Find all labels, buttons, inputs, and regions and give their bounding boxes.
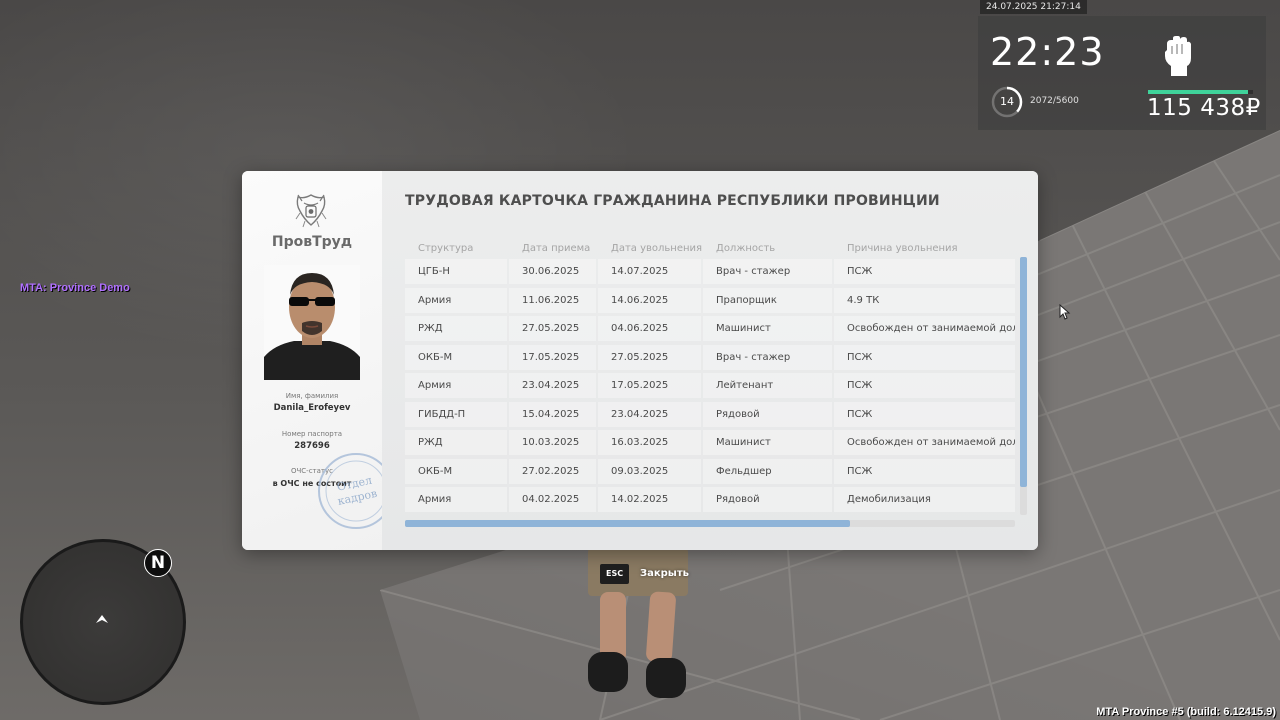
passport-label: Номер паспорта [281,430,343,438]
server-label: MTA: Province Demo [20,282,130,294]
cell-structure: Армия [405,287,507,313]
cell-dismissal-date: 04.06.2025 [598,316,701,341]
close-button[interactable]: Закрыть [640,564,689,584]
table-row[interactable]: Армия 04.02.2025 14.02.2025 Рядовой Демобили… [405,487,1015,512]
esc-key-badge[interactable]: ESC [600,564,630,584]
work-card-records-panel: ТРУДОВАЯ КАРТОЧКА ГРАЖДАНИНА РЕСПУБЛИКИ … [382,171,1038,550]
column-header-dismissal-date: Дата увольнения [611,243,703,254]
table-row[interactable]: ЦГБ-Н 30.06.2025 14.07.2025 Врач - стажер ПС… [405,259,1015,284]
column-header-hire-date: Дата приема [522,243,591,254]
hud-datetime: 24.07.2025 21:27:14 [980,0,1087,14]
cell-structure: Армия [405,373,507,398]
cell-dismissal-reason: ПСЖ [834,373,1015,398]
records-horizontal-scrollbar[interactable] [405,520,1015,527]
work-card-profile-panel: ПровТруд Имя, фамилия Danila_Erofeyev Но… [242,171,394,550]
hud-clock: 22:23 [990,30,1105,74]
mouse-cursor-icon [1059,303,1071,320]
table-row[interactable]: ОКБ-М 17.05.2025 27.05.2025 Врач - стажер ПС… [405,344,1015,370]
cell-structure: ЦГБ-Н [405,259,507,284]
cell-position: Врач - стажер [703,259,832,284]
cell-dismissal-reason: Освобожден от занимаемой долж [834,316,1015,341]
cell-dismissal-date: 23.04.2025 [598,401,701,427]
table-row[interactable]: Армия 11.06.2025 14.06.2025 Прапорщик 4.9 ТК [405,287,1015,313]
cell-dismissal-date: 09.03.2025 [598,458,701,484]
cell-dismissal-date: 16.03.2025 [598,430,701,455]
table-row[interactable]: РЖД 10.03.2025 16.03.2025 Машинист Освобожде… [405,430,1015,455]
records-horizontal-scroll-thumb[interactable] [405,520,851,527]
table-row[interactable]: ОКБ-М 27.02.2025 09.03.2025 Фельдшер ПСЖ [405,458,1015,484]
cell-position: Прапорщик [703,287,832,313]
radar-north-marker: N [144,549,172,577]
column-header-position: Должность [716,243,776,254]
passport-value: 287696 [294,441,330,451]
records-vertical-scrollbar[interactable] [1020,257,1027,515]
cell-structure: ГИБДД-П [405,401,507,427]
cell-hire-date: 15.04.2025 [509,401,596,427]
records-table-header: Структура Дата приема Дата увольнения До… [405,243,1015,257]
cell-hire-date: 11.06.2025 [509,287,596,313]
armor-bar [1148,90,1253,94]
cell-structure: ОКБ-М [405,458,507,484]
cell-dismissal-date: 14.02.2025 [598,487,701,512]
cell-position: Рядовой [703,401,832,427]
cell-position: Фельдшер [703,458,832,484]
table-row[interactable]: Армия 23.04.2025 17.05.2025 Лейтенант ПСЖ [405,373,1015,398]
cell-position: Машинист [703,316,832,341]
cell-hire-date: 04.02.2025 [509,487,596,512]
cell-dismissal-reason: Освобожден от занимаемой долж [834,430,1015,455]
fist-icon [1163,36,1193,76]
cell-hire-date: 23.04.2025 [509,373,596,398]
cell-hire-date: 27.02.2025 [509,458,596,484]
work-card-title: ТРУДОВАЯ КАРТОЧКА ГРАЖДАНИНА РЕСПУБЛИКИ … [405,193,940,209]
cell-dismissal-date: 17.05.2025 [598,373,701,398]
cell-dismissal-date: 27.05.2025 [598,344,701,370]
table-row[interactable]: ГИБДД-П 15.04.2025 23.04.2025 Рядовой ПСЖ [405,401,1015,427]
cell-hire-date: 17.05.2025 [509,344,596,370]
build-label: MTA Province #5 (build: 6.12415.9) [1096,706,1276,718]
records-table-body[interactable]: ЦГБ-Н 30.06.2025 14.07.2025 Врач - стажер ПС… [405,259,1015,513]
cell-dismissal-date: 14.06.2025 [598,287,701,313]
column-header-dismissal-reason: Причина увольнения [847,243,958,254]
money-counter: 115 438₽ [1147,95,1261,121]
column-header-structure: Структура [418,243,474,254]
cell-structure: РЖД [405,316,507,341]
cell-dismissal-reason: ПСЖ [834,259,1015,284]
name-value: Danila_Erofeyev [273,403,351,413]
work-card-dialog: ПровТруд Имя, фамилия Danila_Erofeyev Но… [242,171,1038,550]
cell-position: Врач - стажер [703,344,832,370]
cell-structure: Армия [405,487,507,512]
player-arrow-icon [94,612,110,626]
citizen-photo [264,265,360,380]
cell-dismissal-reason: 4.9 ТК [834,287,1015,313]
cell-hire-date: 10.03.2025 [509,430,596,455]
table-row[interactable]: РЖД 27.05.2025 04.06.2025 Машинист Освобожде… [405,316,1015,341]
records-vertical-scroll-thumb[interactable] [1020,257,1027,487]
cell-position: Лейтенант [703,373,832,398]
coat-of-arms-icon [294,193,328,229]
name-label: Имя, фамилия [285,392,339,400]
brand-title: ПровТруд [271,234,353,250]
cell-dismissal-date: 14.07.2025 [598,259,701,284]
cell-dismissal-reason: ПСЖ [834,344,1015,370]
cell-position: Машинист [703,430,832,455]
cell-dismissal-reason: ПСЖ [834,401,1015,427]
cell-structure: РЖД [405,430,507,455]
cell-dismissal-reason: ПСЖ [834,458,1015,484]
experience-counter: 2072/5600 [1030,96,1079,106]
cell-position: Рядовой [703,487,832,512]
level-ring: 14 [990,85,1024,119]
cell-hire-date: 27.05.2025 [509,316,596,341]
cell-hire-date: 30.06.2025 [509,259,596,284]
armor-bar-fill [1148,90,1248,94]
level-number: 14 [1000,95,1014,108]
cell-structure: ОКБ-М [405,344,507,370]
cell-dismissal-reason: Демобилизация [834,487,1015,512]
